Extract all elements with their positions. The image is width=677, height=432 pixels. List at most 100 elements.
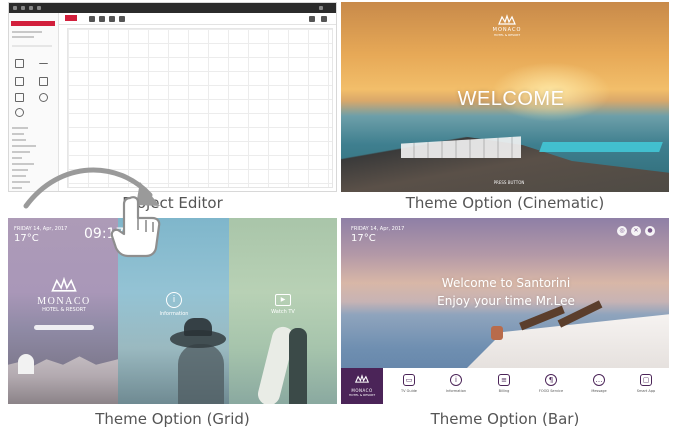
settings-icon[interactable] [319, 6, 323, 10]
menu-item-label: TV Guide [401, 389, 417, 393]
clock-time: 09:17 [84, 226, 125, 242]
date-text: FRIDAY 14, Apr, 2017 [351, 226, 405, 232]
language-icon[interactable]: ◎ [617, 226, 627, 236]
person-silhouette [178, 344, 224, 404]
tv-guide-icon: ▭ [403, 374, 415, 386]
editor-sidebar [9, 13, 59, 191]
sidebar-item[interactable] [12, 157, 22, 159]
crown-logo-icon [354, 374, 370, 383]
align-left-icon[interactable] [89, 16, 95, 22]
play-icon[interactable] [321, 16, 327, 22]
theme-bar-screenshot[interactable]: FRIDAY 14, Apr, 2017 17°C ◎ ✕ ● Welcome … [341, 218, 669, 404]
sidebar-item[interactable] [12, 187, 22, 189]
theme-cinematic-screenshot[interactable]: MONACO HOTEL & RESORT WELCOME PRESS BUTT… [341, 2, 669, 192]
redo-icon[interactable] [37, 6, 41, 10]
sidebar-item[interactable] [12, 169, 28, 171]
editor-toolbar [59, 13, 336, 25]
grid-item-label: Information [159, 311, 189, 317]
date-text: FRIDAY 14, Apr, 2017 [14, 226, 68, 232]
greeting-line-2: Enjoy your time Mr.Lee [437, 294, 575, 308]
hat-crown [184, 318, 212, 336]
undo-icon[interactable] [29, 6, 33, 10]
church-dome [18, 354, 34, 374]
menu-item-food-service[interactable]: ¶ FOOD Service [533, 372, 569, 393]
menu-item-label: Billing [498, 389, 510, 393]
sidebar-item[interactable] [12, 139, 26, 141]
sidebar-item[interactable] [12, 163, 34, 165]
surfer-silhouette [289, 328, 307, 404]
user-icon[interactable]: ● [645, 226, 655, 236]
menu-item-label: FOOD Service [538, 389, 564, 393]
align-right-icon[interactable] [109, 16, 115, 22]
menu-item-tv-guide[interactable]: ▭ TV Guide [391, 372, 427, 393]
circle-tool-icon[interactable] [39, 93, 48, 102]
weather-temperature: 17°C [14, 233, 39, 244]
divider [12, 45, 52, 47]
welcome-text: WELCOME [457, 88, 565, 110]
crown-logo-icon [498, 14, 516, 25]
sidebar-item[interactable] [12, 145, 36, 147]
sidebar-item[interactable] [12, 36, 34, 38]
menu-item-information[interactable]: i Information [438, 372, 474, 393]
hotel-logo: MONACO HOTEL & RESORT [341, 368, 383, 404]
theme-grid-screenshot[interactable]: FRIDAY 14, Apr, 2017 17°C 09:17 MONACO H… [8, 218, 337, 404]
caption-bar: Theme Option (Bar) [430, 410, 580, 428]
menu-item-label: Smart App [636, 389, 656, 393]
food-icon: ¶ [545, 374, 557, 386]
caption-project-editor: Project Editor [122, 194, 223, 212]
image-tool-icon[interactable] [39, 77, 48, 86]
brand-subtitle: HOTEL & RESORT [42, 307, 86, 313]
box-tool-icon[interactable] [15, 93, 24, 102]
weather-temperature: 17°C [351, 233, 376, 244]
menu-item-billing[interactable]: ≡ Billing [486, 372, 522, 393]
menu-icon[interactable] [13, 6, 17, 10]
flower-pot [491, 326, 503, 340]
settings-icon[interactable]: ✕ [631, 226, 641, 236]
grid-item-watch-tv[interactable]: ▶ Watch TV [253, 292, 313, 315]
editor-canvas-grid[interactable] [67, 28, 333, 188]
clock-tool-icon[interactable] [15, 108, 24, 117]
caption-cinematic: Theme Option (Cinematic) [405, 194, 605, 212]
table-tool-icon[interactable] [15, 59, 24, 68]
sidebar-item[interactable] [12, 181, 30, 183]
grid-item-information[interactable]: i Information [144, 292, 204, 317]
press-button-hint[interactable]: PRESS BUTTON [459, 180, 559, 185]
crown-logo-icon [51, 276, 77, 292]
caption-grid: Theme Option (Grid) [95, 410, 250, 428]
zoom-icon[interactable] [119, 16, 125, 22]
menu-item-label: Information [445, 389, 467, 393]
billing-icon: ≡ [498, 374, 510, 386]
sidebar-item[interactable] [12, 175, 26, 177]
settings-icon[interactable] [309, 16, 315, 22]
smart-app-icon: ▢ [640, 374, 652, 386]
info-icon: i [166, 292, 182, 308]
menu-item-smart-app[interactable]: ▢ Smart App [628, 372, 664, 393]
brand-name: MONACO [37, 296, 91, 307]
grid-item-label: Watch TV [271, 309, 295, 315]
sidebar-item[interactable] [12, 151, 30, 153]
toolbar-color-swatch[interactable] [65, 15, 77, 21]
sidebar-item[interactable] [12, 127, 28, 129]
infinity-pool [539, 142, 663, 152]
greeting-text: Welcome to Santorini Enjoy your time Mr.… [401, 274, 611, 310]
message-icon: … [593, 374, 605, 386]
brand-subtitle: HOTEL & RESORT [493, 33, 521, 37]
frame-tool-icon[interactable] [15, 77, 24, 86]
menu-item-label: Message [591, 389, 607, 393]
hotel-logo: MONACO HOTEL & RESORT [28, 276, 100, 313]
line-tool-icon[interactable] [39, 63, 48, 65]
tv-icon: ▶ [275, 294, 291, 306]
editor-titlebar [9, 3, 336, 13]
sidebar-item[interactable] [12, 133, 24, 135]
sidebar-item[interactable] [12, 31, 42, 33]
info-icon: i [450, 374, 462, 386]
sidebar-active-item[interactable] [11, 21, 55, 26]
wifi-info-pill[interactable] [34, 325, 94, 330]
project-editor-screenshot[interactable] [8, 2, 337, 192]
brand-subtitle: HOTEL & RESORT [348, 393, 376, 397]
greeting-line-1: Welcome to Santorini [441, 276, 571, 290]
align-center-icon[interactable] [99, 16, 105, 22]
save-icon[interactable] [21, 6, 25, 10]
hotel-logo: MONACO HOTEL & RESORT [487, 14, 527, 37]
menu-item-message[interactable]: … Message [581, 372, 617, 393]
